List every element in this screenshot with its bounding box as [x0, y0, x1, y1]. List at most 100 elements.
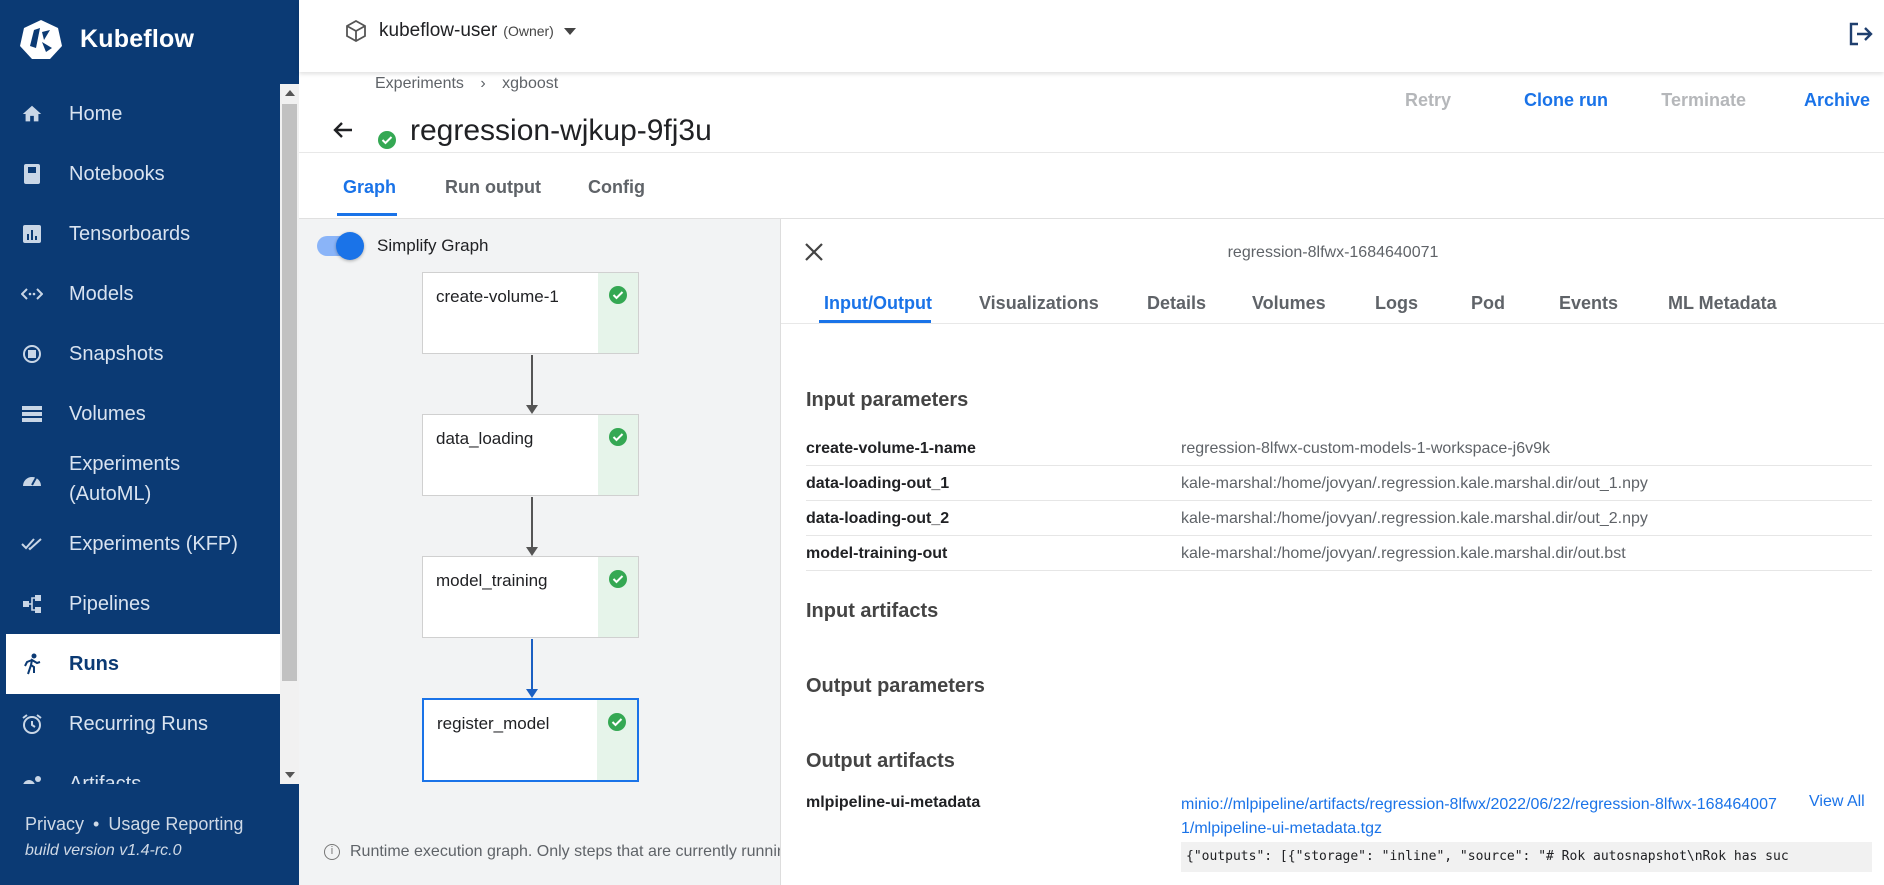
scroll-up-icon[interactable]: [285, 90, 295, 96]
sidebar-item-home[interactable]: Home: [0, 84, 280, 144]
sidebar-nav: Home Notebooks Tensorboards Models Snaps…: [0, 84, 299, 784]
sidebar-item-experiments-kfp[interactable]: Experiments (KFP): [0, 514, 280, 574]
simplify-graph-toggle[interactable]: [317, 232, 364, 260]
sidebar-item-label: Experiments: [69, 453, 181, 475]
tab-run-output[interactable]: Run output: [445, 177, 541, 198]
output-artifact-row: mlpipeline-ui-metadata minio://mlpipelin…: [781, 219, 1884, 885]
artifact-link-line2[interactable]: 1/mlpipeline-ui-metadata.tgz: [1181, 817, 1821, 841]
node-label: create-volume-1: [436, 287, 559, 306]
node-status: [597, 700, 637, 780]
clone-run-button[interactable]: Clone run: [1524, 90, 1608, 111]
node-label: model_training: [436, 571, 548, 590]
success-check-icon: [608, 713, 626, 731]
alarm-icon: [20, 712, 44, 736]
speed-icon: [20, 467, 44, 491]
node-status: [598, 415, 638, 495]
sidebar-item-tensorboards[interactable]: Tensorboards: [0, 204, 280, 264]
view-all-link[interactable]: View All: [1809, 793, 1865, 811]
namespace-selector[interactable]: kubeflow-user (Owner): [345, 20, 576, 42]
sidebar-item-artifacts[interactable]: Artifacts: [0, 754, 280, 784]
graph-node-selected[interactable]: register_model: [422, 698, 639, 782]
chevron-down-icon: [563, 27, 576, 35]
sidebar-item-label: Runs: [69, 652, 119, 675]
artifact-link-line1[interactable]: minio://mlpipeline/artifacts/regression-…: [1181, 793, 1821, 817]
artifact-key: mlpipeline-ui-metadata: [806, 794, 981, 811]
graph-edge-selected: [531, 639, 533, 691]
success-check-icon: [609, 428, 627, 446]
sidebar-item-label: Artifacts: [69, 772, 142, 785]
brand-name: Kubeflow: [80, 24, 195, 53]
sidebar-item-label: Snapshots: [69, 342, 164, 365]
sidebar-item-label: Notebooks: [69, 162, 165, 185]
terminate-button[interactable]: Terminate: [1661, 90, 1746, 111]
header-divider: [299, 152, 1884, 153]
tab-config[interactable]: Config: [588, 177, 645, 198]
breadcrumb-separator: ›: [480, 75, 486, 92]
sidebar: Kubeflow Home Notebooks Tensorboards Mod…: [0, 0, 299, 885]
graph-node[interactable]: data_loading: [422, 414, 639, 496]
footer-separator: •: [93, 814, 100, 834]
kubeflow-logo-icon: [20, 20, 62, 59]
simplify-graph-label: Simplify Graph: [377, 236, 489, 255]
brand[interactable]: Kubeflow: [20, 18, 194, 60]
scroll-thumb[interactable]: [282, 104, 297, 681]
sidebar-item-pipelines[interactable]: Pipelines: [0, 574, 280, 634]
archive-button[interactable]: Archive: [1804, 90, 1870, 111]
pipeline-icon: [20, 592, 44, 616]
sidebar-item-label: Models: [69, 282, 134, 305]
node-label: data_loading: [436, 429, 534, 448]
graph-note-text: Runtime execution graph. Only steps that…: [350, 843, 780, 860]
arrowhead-icon: [526, 689, 538, 698]
sidebar-item-label: Home: [69, 102, 123, 125]
arrowhead-icon: [526, 405, 538, 414]
graph-edge: [531, 497, 533, 549]
graph-edge: [531, 355, 533, 407]
namespace-role: (Owner): [503, 23, 554, 39]
runtime-graph: Simplify Graph create-volume-1 data_load…: [299, 219, 780, 885]
back-arrow-icon[interactable]: [331, 118, 355, 142]
sidebar-item-notebooks[interactable]: Notebooks: [0, 144, 280, 204]
namespace-name: kubeflow-user: [379, 20, 498, 41]
retry-button[interactable]: Retry: [1405, 90, 1451, 111]
graph-node[interactable]: create-volume-1: [422, 272, 639, 354]
success-check-icon: [609, 286, 627, 304]
artifact-link[interactable]: minio://mlpipeline/artifacts/regression-…: [1181, 793, 1821, 841]
tab-graph[interactable]: Graph: [343, 177, 396, 198]
info-icon: i: [324, 844, 340, 860]
notebook-icon: [20, 162, 44, 186]
done-all-icon: [20, 532, 44, 556]
toggle-knob[interactable]: [336, 232, 364, 260]
success-check-icon: [609, 570, 627, 588]
privacy-link[interactable]: Privacy: [25, 814, 84, 834]
sidebar-item-label: Tensorboards: [69, 222, 191, 245]
code-arrows-icon: [20, 282, 44, 306]
sidebar-item-models[interactable]: Models: [0, 264, 280, 324]
snapshot-icon: [20, 342, 44, 366]
build-version: build version v1.4-rc.0: [25, 842, 182, 859]
graph-note: i Runtime execution graph. Only steps th…: [324, 843, 780, 861]
home-icon: [20, 102, 44, 126]
scroll-down-icon[interactable]: [285, 772, 295, 778]
usage-reporting-link[interactable]: Usage Reporting: [108, 814, 243, 834]
sidebar-item-experiments-automl[interactable]: Experiments (AutoML): [0, 444, 280, 514]
graph-node[interactable]: model_training: [422, 556, 639, 638]
artifact-preview: {"outputs": [{"storage": "inline", "sour…: [1181, 842, 1872, 872]
namespace-cube-icon: [346, 20, 366, 42]
chart-icon: [20, 222, 44, 246]
logout-icon[interactable]: [1846, 20, 1874, 48]
run-details-page: Experiments › xgboost regression-wjkup-9…: [299, 72, 1884, 885]
sidebar-scrollbar[interactable]: [280, 84, 299, 784]
page-title: regression-wjkup-9fj3u: [410, 114, 712, 147]
breadcrumb: Experiments › xgboost: [375, 75, 570, 93]
sidebar-item-runs[interactable]: Runs: [0, 634, 280, 694]
breadcrumb-xgboost[interactable]: xgboost: [502, 75, 558, 92]
node-status: [598, 557, 638, 637]
sidebar-item-label: Recurring Runs: [69, 712, 208, 735]
storage-icon: [20, 402, 44, 426]
sidebar-item-snapshots[interactable]: Snapshots: [0, 324, 280, 384]
sidebar-item-label: Volumes: [69, 402, 146, 425]
sidebar-footer: Privacy • Usage Reporting: [25, 814, 243, 835]
sidebar-item-recurring-runs[interactable]: Recurring Runs: [0, 694, 280, 754]
sidebar-item-volumes[interactable]: Volumes: [0, 384, 280, 444]
breadcrumb-experiments[interactable]: Experiments: [375, 75, 464, 92]
